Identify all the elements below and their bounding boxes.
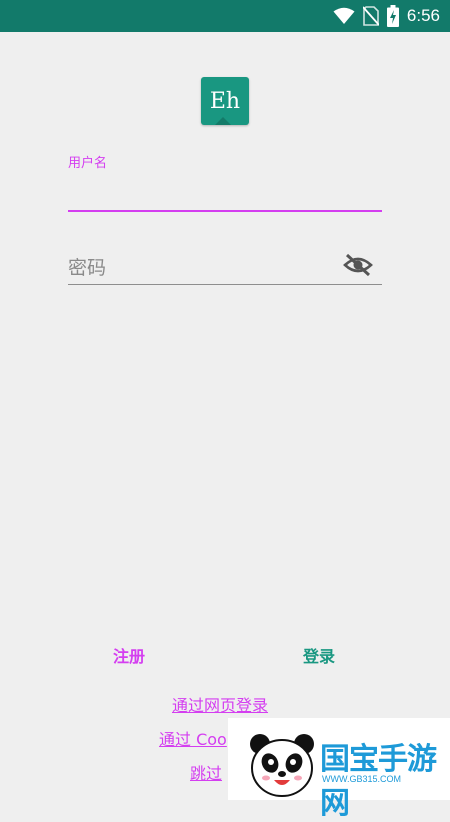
password-input[interactable] — [68, 246, 382, 284]
username-underline — [68, 210, 382, 212]
skip-login-link[interactable]: 跳过 — [190, 760, 222, 784]
watermark: 国宝手游网 WWW.GB315.COM — [228, 718, 450, 821]
cookie-login-link[interactable]: 通过 Coo — [159, 726, 227, 750]
web-login-link[interactable]: 通过网页登录 — [172, 692, 268, 716]
username-input[interactable] — [68, 176, 382, 210]
status-bar: 6:56 — [0, 0, 450, 32]
app-logo: Eh — [201, 77, 249, 125]
login-button[interactable]: 登录 — [303, 643, 335, 667]
password-placeholder: 密码 — [68, 257, 107, 279]
status-icons: 6:56 — [333, 0, 440, 32]
app-logo-text: Eh — [209, 88, 241, 114]
no-sim-icon — [362, 6, 379, 26]
username-label: 用户名 — [68, 156, 108, 171]
register-button[interactable]: 注册 — [113, 643, 145, 667]
battery-charging-icon — [386, 5, 399, 27]
password-underline — [68, 284, 382, 285]
panda-mascot-icon — [250, 734, 314, 797]
status-time: 6:56 — [406, 6, 440, 25]
visibility-off-icon[interactable] — [343, 252, 373, 278]
watermark-url: WWW.GB315.COM — [322, 774, 402, 784]
logo-fold-decoration — [215, 117, 231, 125]
wifi-icon — [333, 7, 355, 24]
